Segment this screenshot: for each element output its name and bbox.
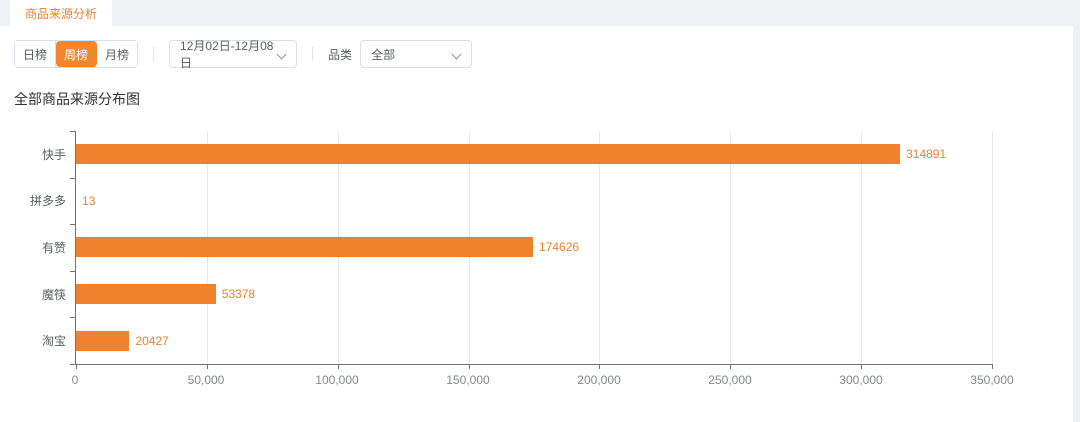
x-tick-mark <box>469 364 470 369</box>
value-label: 20427 <box>135 334 168 348</box>
chart-row: 快手314891 <box>76 131 992 178</box>
tab-product-source-analysis[interactable]: 商品来源分析 <box>10 0 112 26</box>
bar[interactable] <box>76 284 216 304</box>
daily-rank-button[interactable]: 日榜 <box>15 41 56 67</box>
y-tick-mark <box>70 364 76 365</box>
content-card: 日榜 周榜 月榜 12月02日-12月08日 品类 全部 全部商品来源分布图 快… <box>0 26 1073 422</box>
x-tick-label: 0 <box>72 373 79 387</box>
x-tick-mark <box>730 364 731 369</box>
x-tick-mark <box>338 364 339 369</box>
divider <box>153 47 154 61</box>
toolbar: 日榜 周榜 月榜 12月02日-12月08日 品类 全部 <box>0 26 1073 68</box>
chart-row: 魔筷53378 <box>76 271 992 318</box>
chevron-down-icon <box>453 50 461 58</box>
x-tick-label: 350,000 <box>970 373 1013 387</box>
category-label-y: 魔筷 <box>42 286 66 303</box>
category-select[interactable]: 全部 <box>360 40 472 68</box>
category-label-y: 有赞 <box>42 239 66 256</box>
x-tick-label: 200,000 <box>577 373 620 387</box>
x-tick-label: 100,000 <box>315 373 358 387</box>
chart-rows: 快手314891拼多多13有赞174626魔筷53378淘宝20427 <box>76 131 992 364</box>
gridline <box>992 131 993 364</box>
bar[interactable] <box>76 331 129 351</box>
x-tick-mark <box>861 364 862 369</box>
category-label-y: 拼多多 <box>30 192 66 209</box>
tab-label: 商品来源分析 <box>25 5 97 22</box>
category-label-y: 淘宝 <box>42 332 66 349</box>
value-label: 174626 <box>539 240 579 254</box>
section-title: 全部商品来源分布图 <box>14 89 1073 109</box>
bar-chart: 快手314891拼多多13有赞174626魔筷53378淘宝20427 0 50,… <box>75 131 992 393</box>
category-selected-value: 全部 <box>371 46 395 63</box>
chart-row: 淘宝20427 <box>76 317 992 364</box>
divider <box>312 47 313 61</box>
monthly-rank-button[interactable]: 月榜 <box>97 41 137 67</box>
x-tick-mark <box>992 364 993 369</box>
chevron-down-icon <box>278 50 286 58</box>
x-tick-label: 300,000 <box>839 373 882 387</box>
bar[interactable] <box>76 237 533 257</box>
chart-row: 拼多多13 <box>76 178 992 225</box>
category-label-y: 快手 <box>42 146 66 163</box>
date-range-picker[interactable]: 12月02日-12月08日 <box>169 40 297 68</box>
top-tab-bar: 商品来源分析 <box>0 0 1080 26</box>
x-tick-mark <box>207 364 208 369</box>
x-tick-mark <box>599 364 600 369</box>
bar[interactable] <box>76 144 900 164</box>
rank-button-group: 日榜 周榜 月榜 <box>14 40 138 68</box>
x-tick-label: 50,000 <box>188 373 225 387</box>
x-tick-mark <box>76 364 77 369</box>
x-axis-labels: 0 50,000 100,000 150,000 200,000 250,000 300,0… <box>75 373 992 389</box>
date-range-value: 12月02日-12月08日 <box>180 37 278 71</box>
category-label: 品类 <box>328 46 352 63</box>
value-label: 314891 <box>906 147 946 161</box>
x-tick-label: 250,000 <box>708 373 751 387</box>
value-label: 53378 <box>222 287 255 301</box>
value-label: 13 <box>82 194 95 208</box>
chart-row: 有赞174626 <box>76 224 992 271</box>
weekly-rank-button[interactable]: 周榜 <box>56 41 97 67</box>
plot-area: 快手314891拼多多13有赞174626魔筷53378淘宝20427 <box>75 131 992 365</box>
x-tick-label: 150,000 <box>446 373 489 387</box>
